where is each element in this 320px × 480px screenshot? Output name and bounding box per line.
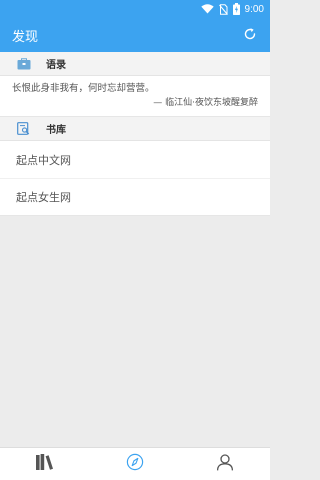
quote-text: 长恨此身非我有，何时忘却营营。 [12, 83, 155, 94]
refresh-icon [243, 26, 257, 45]
wifi-icon [200, 4, 214, 14]
library-section-title: 书库 [46, 125, 66, 136]
nav-profile[interactable] [180, 448, 270, 480]
library-item-qidian-chinese[interactable]: 起点中文网 [0, 141, 270, 178]
app-bar: 发现 [0, 18, 270, 52]
compass-icon [126, 453, 144, 475]
refresh-button[interactable] [240, 25, 260, 45]
battery-icon [232, 3, 240, 15]
nav-bookshelf[interactable] [0, 448, 90, 480]
nav-discover[interactable] [90, 448, 180, 480]
library-item-qidian-female[interactable]: 起点女生网 [0, 178, 270, 215]
quote-section-header: 语录 [0, 52, 270, 76]
page-title: 发现 [12, 29, 39, 45]
bottom-nav [0, 447, 270, 480]
status-bar: 9:00 [0, 0, 270, 18]
discover-content: 语录 长恨此身非我有，何时忘却营营。 — 临江仙·夜饮东坡醒复醉 书库 起点中文… [0, 52, 270, 450]
no-sim-icon [218, 3, 228, 15]
library-section-header: 书库 [0, 117, 270, 141]
user-icon [216, 453, 234, 475]
divider [0, 215, 270, 216]
quote-source: — 临江仙·夜饮东坡醒复醉 [153, 98, 258, 108]
library-list: 起点中文网 起点女生网 [0, 141, 270, 215]
quote-section-title: 语录 [46, 60, 66, 71]
library-section-icon [16, 122, 32, 136]
quote-card[interactable]: 长恨此身非我有，何时忘却营营。 — 临江仙·夜饮东坡醒复醉 [0, 76, 270, 117]
status-time: 9:00 [244, 3, 264, 15]
quote-section-icon [16, 57, 32, 71]
bookshelf-icon [35, 453, 55, 475]
